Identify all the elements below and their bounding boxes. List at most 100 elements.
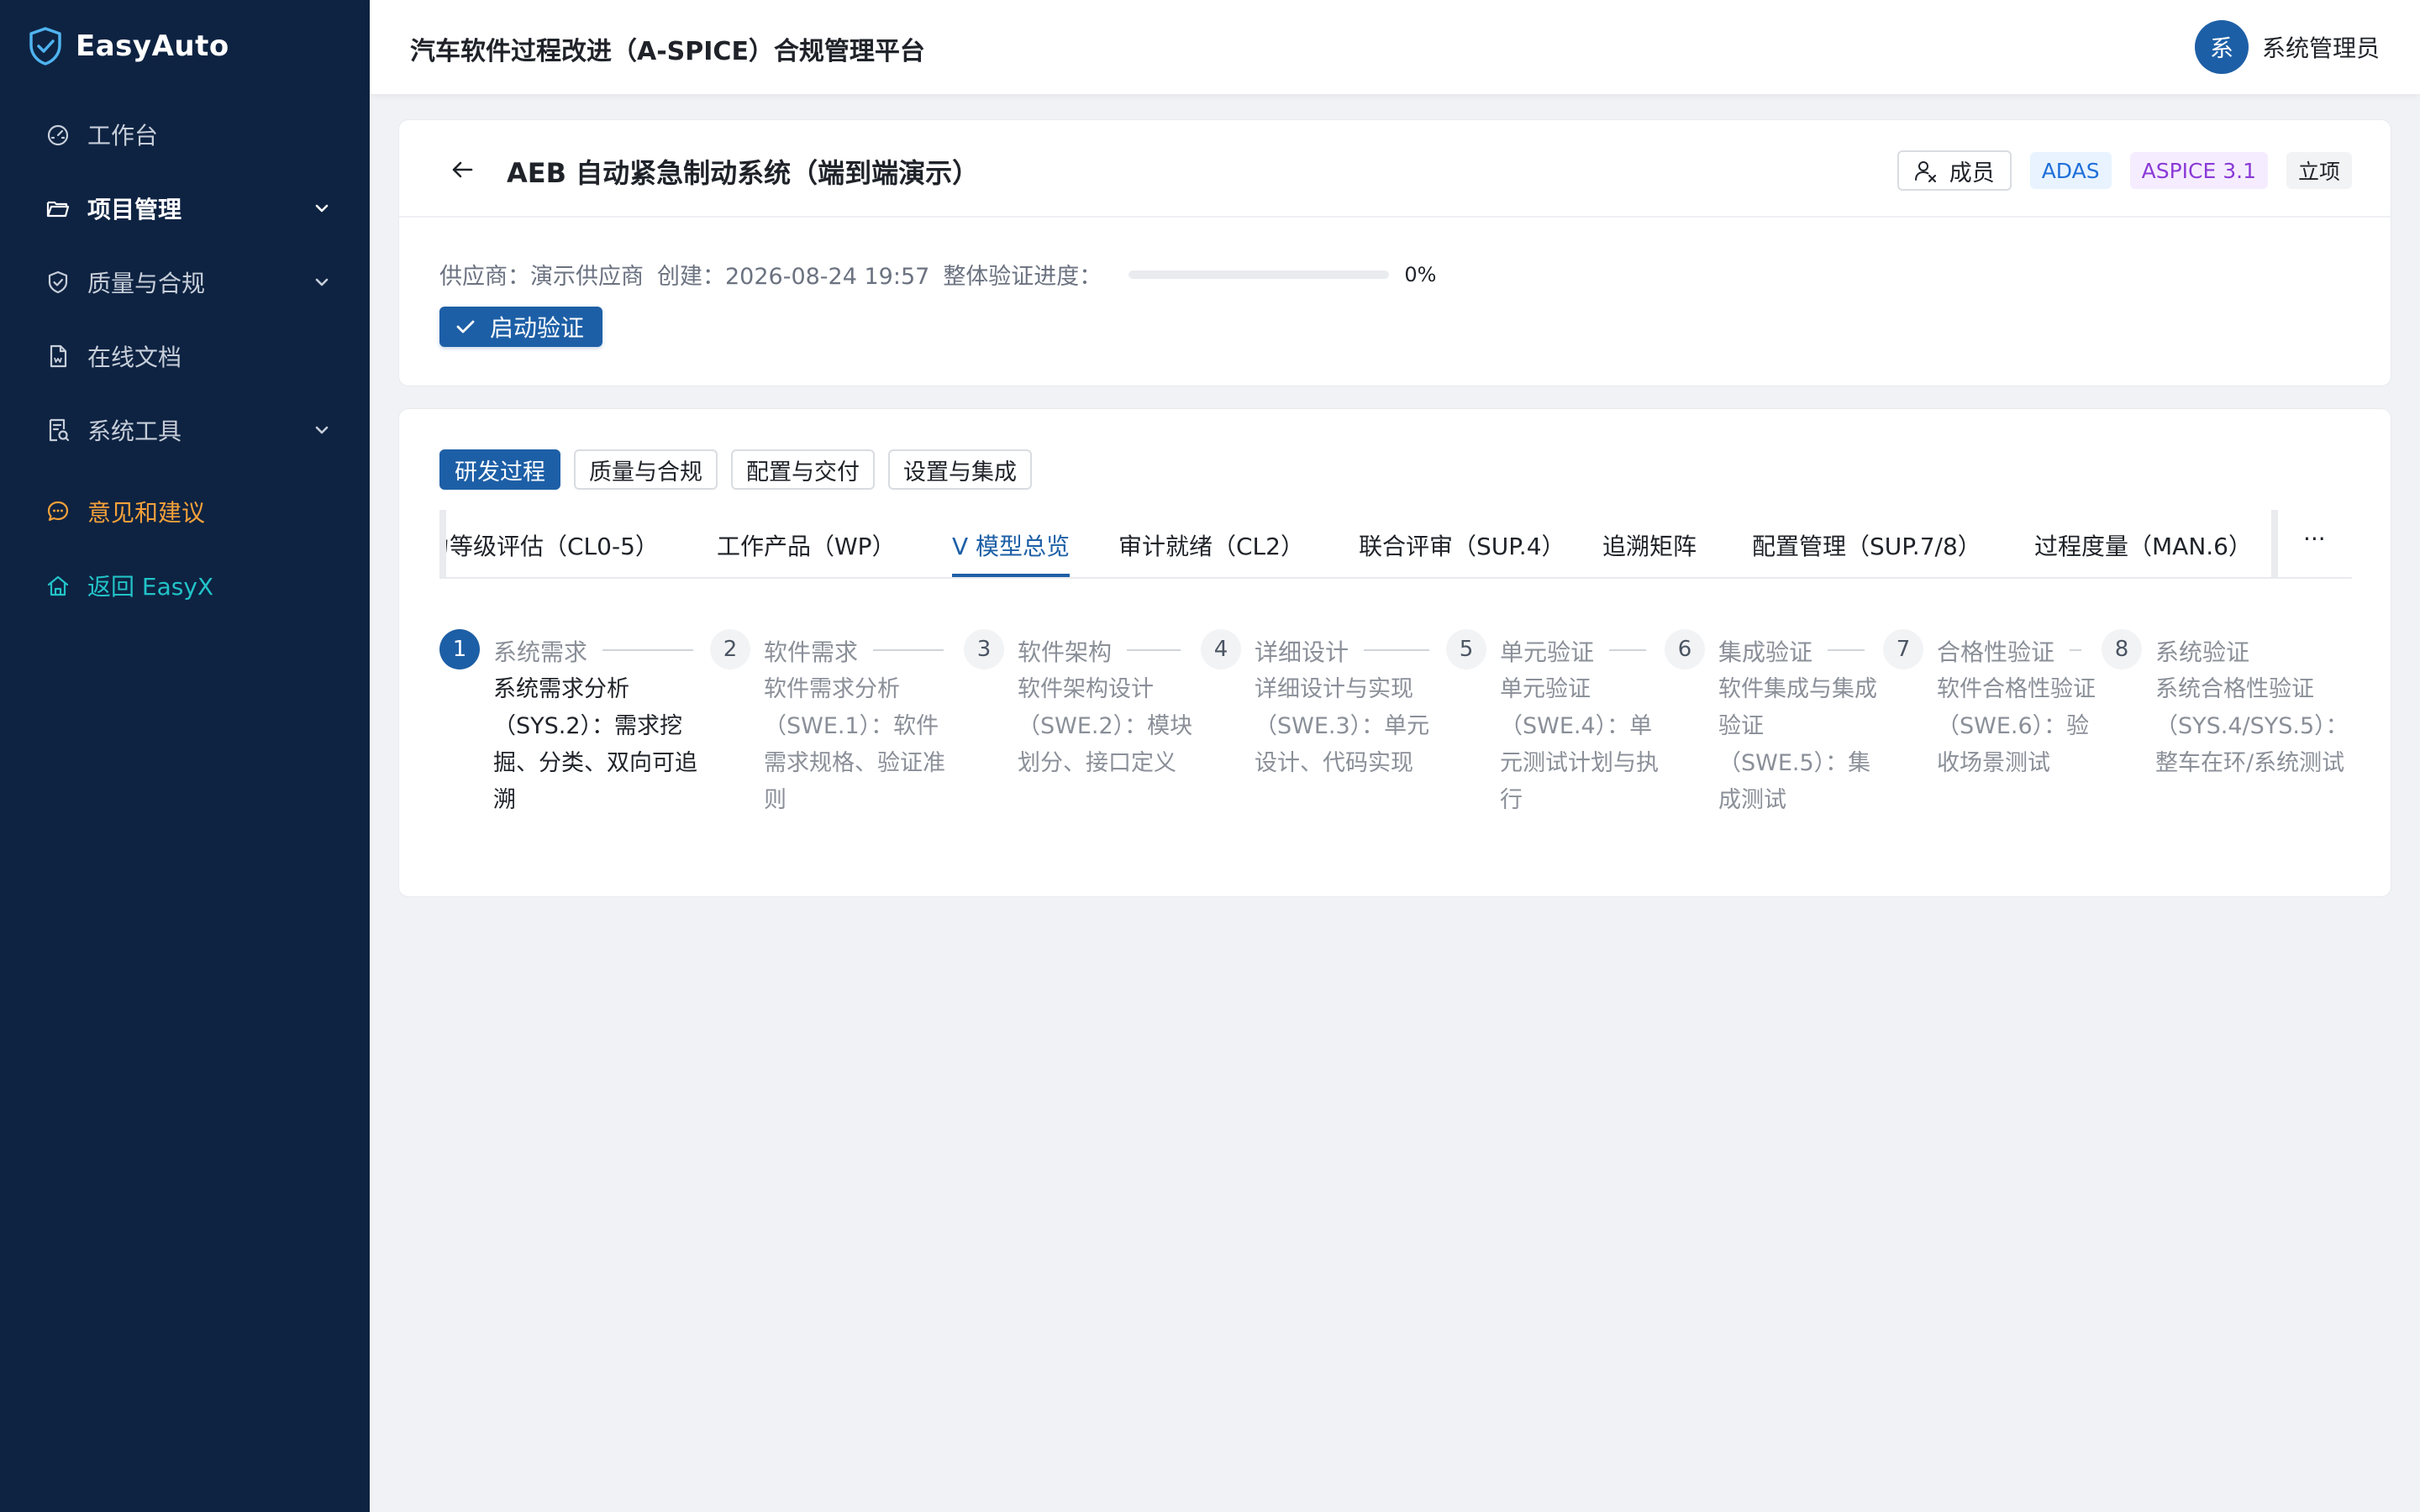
project-title-row: AEB 自动紧急制动系统（端到端演示） 成员 ADAS ASPICE 3.1 立…	[399, 120, 2391, 218]
start-verification-label: 启动验证	[490, 314, 585, 342]
step-number: 1	[439, 629, 480, 669]
step-connector	[602, 649, 693, 651]
dashboard-icon	[45, 122, 71, 147]
step-title: 详细设计	[1255, 638, 1349, 666]
sidebar-item-projects[interactable]: 项目管理	[0, 182, 370, 234]
tab-v-model[interactable]: V 模型总览	[952, 528, 1070, 562]
group-tabs: 研发过程 质量与合规 配置与交付 设置与集成	[439, 449, 1032, 490]
step-number: 2	[710, 629, 750, 669]
step-description: 系统需求分析（SYS.2）：需求挖掘、分类、双向可追溯	[493, 676, 697, 813]
step-number: 4	[1201, 629, 1241, 669]
step-connector	[1828, 649, 1865, 651]
top-header: 汽车软件过程改进（A-SPICE）合规管理平台 系 系统管理员	[370, 0, 2420, 94]
sidebar-item-label: 质量与合规	[87, 270, 206, 297]
progress-percent: 0%	[1404, 262, 1437, 286]
members-label: 成员	[1949, 160, 1995, 186]
step-connector	[873, 649, 944, 651]
sidebar-item-tools[interactable]: 系统工具	[0, 404, 370, 456]
tag-stage: 立项	[2286, 152, 2352, 189]
project-meta: 供应商：演示供应商 创建：2026-08-24 19:57 整体验证进度： 0%	[439, 258, 1436, 291]
project-title: AEB 自动紧急制动系统（端到端演示）	[507, 157, 980, 189]
group-tab-settings[interactable]: 设置与集成	[888, 449, 1032, 490]
step-number: 7	[1883, 629, 1923, 669]
sidebar-item-label: 系统工具	[87, 417, 182, 445]
more-tabs-button[interactable]: ···	[2303, 525, 2326, 553]
sidebar-item-label: 在线文档	[87, 344, 182, 371]
step-title: 系统验证	[2155, 638, 2250, 666]
tab-config-management[interactable]: 配置管理（SUP.7/8）	[1752, 528, 1981, 562]
brand[interactable]: EasyAuto	[29, 27, 229, 66]
tab-capability-assessment[interactable]: 能力等级评估（CL0-5）	[439, 528, 659, 562]
chat-icon	[45, 499, 71, 524]
subtab-strip[interactable]: 能力等级评估（CL0-5） 工作产品（WP） V 模型总览 审计就绪（CL2） …	[439, 510, 2352, 579]
project-info-card: AEB 自动紧急制动系统（端到端演示） 成员 ADAS ASPICE 3.1 立…	[398, 119, 2391, 386]
folder-open-icon	[45, 196, 71, 221]
brand-name: EasyAuto	[76, 29, 229, 63]
step-connector	[1364, 649, 1429, 651]
sidebar-item-workbench[interactable]: 工作台	[0, 108, 370, 160]
step-title: 合格性验证	[1937, 638, 2055, 666]
back-arrow-icon[interactable]	[448, 155, 476, 184]
user-menu[interactable]: 系 系统管理员	[2194, 20, 2380, 74]
home-icon	[45, 573, 71, 598]
tab-audit-ready[interactable]: 审计就绪（CL2）	[1118, 528, 1304, 562]
start-verification-button[interactable]: 启动验证	[439, 307, 603, 347]
chevron-down-icon	[315, 278, 329, 286]
tools-icon	[45, 417, 71, 443]
chevron-down-icon	[315, 426, 329, 434]
step-description: 软件集成与集成验证（SWE.5）：集成测试	[1718, 676, 1877, 813]
progress-label: 整体验证进度：	[943, 264, 1102, 290]
group-tab-dev[interactable]: 研发过程	[439, 449, 560, 490]
tab-joint-review[interactable]: 联合评审（SUP.4）	[1359, 528, 1565, 562]
sidebar-item-docs[interactable]: 在线文档	[0, 330, 370, 382]
tab-process-metrics[interactable]: 过程度量（MAN.6）	[2034, 528, 2252, 562]
step-description: 单元验证（SWE.4）：单元测试计划与执行	[1500, 676, 1659, 813]
tab-work-products[interactable]: 工作产品（WP）	[717, 528, 896, 562]
step-description: 详细设计与实现（SWE.3）：单元设计、代码实现	[1255, 676, 1430, 776]
group-tab-quality[interactable]: 质量与合规	[574, 449, 718, 490]
user-name[interactable]: 系统管理员	[2262, 30, 2380, 64]
page-title: 汽车软件过程改进（A-SPICE）合规管理平台	[410, 37, 925, 66]
step-title: 集成验证	[1718, 638, 1813, 666]
step-number: 3	[964, 629, 1004, 669]
step-title: 软件架构	[1018, 638, 1113, 666]
step-description: 系统合格性验证（SYS.4/SYS.5）：整车在环/系统测试	[2155, 676, 2349, 776]
active-tab-indicator	[952, 574, 1070, 577]
step-connector	[1609, 649, 1646, 651]
sidebar-item-label: 工作台	[87, 122, 159, 150]
shield-check-icon	[45, 270, 71, 295]
step-title: 系统需求	[493, 638, 588, 666]
sidebar-item-feedback[interactable]: 意见和建议	[0, 486, 370, 538]
scroll-right-edge	[2271, 510, 2278, 577]
process-card: 研发过程 质量与合规 配置与交付 设置与集成 能力等级评估（CL0-5） 工作产…	[398, 408, 2391, 897]
chevron-down-icon	[315, 204, 329, 213]
step-number: 5	[1446, 629, 1486, 669]
group-tab-config[interactable]: 配置与交付	[731, 449, 875, 490]
step-description: 软件合格性验证（SWE.6）：验收场景测试	[1937, 676, 2096, 776]
avatar[interactable]: 系	[2194, 20, 2249, 74]
tag-aspice: ASPICE 3.1	[2129, 152, 2268, 189]
step-title: 软件需求	[764, 638, 859, 666]
step-title: 单元验证	[1500, 638, 1595, 666]
tag-adas: ADAS	[2029, 152, 2112, 189]
sidebar-item-back-easyx[interactable]: 返回 EasyX	[0, 559, 370, 612]
sidebar-item-quality[interactable]: 质量与合规	[0, 256, 370, 308]
check-icon	[456, 320, 475, 333]
step-connector	[2070, 649, 2081, 651]
sidebar-item-label: 项目管理	[87, 196, 182, 223]
project-tags: 成员 ADAS ASPICE 3.1 立项	[1897, 150, 2352, 191]
step-connector	[1127, 649, 1181, 651]
sidebar-item-label: 意见和建议	[87, 499, 206, 527]
tab-trace-matrix[interactable]: 追溯矩阵	[1602, 528, 1697, 562]
step-description: 软件架构设计（SWE.2）：模块划分、接口定义	[1018, 676, 1193, 776]
scroll-left-edge	[439, 510, 446, 577]
step-number: 6	[1665, 629, 1705, 669]
document-icon	[45, 344, 71, 369]
created-text: 创建：2026-08-24 19:57	[657, 264, 930, 290]
sidebar: EasyAuto 工作台 项目管理 质量与合规 在线文档 系统工具 意见和建议 …	[0, 0, 370, 1512]
step-number: 8	[2102, 629, 2142, 669]
sidebar-item-label: 返回 EasyX	[87, 573, 214, 601]
members-button[interactable]: 成员	[1897, 150, 2012, 191]
supplier-text: 供应商：演示供应商	[439, 264, 644, 290]
progress-bar	[1128, 270, 1390, 279]
